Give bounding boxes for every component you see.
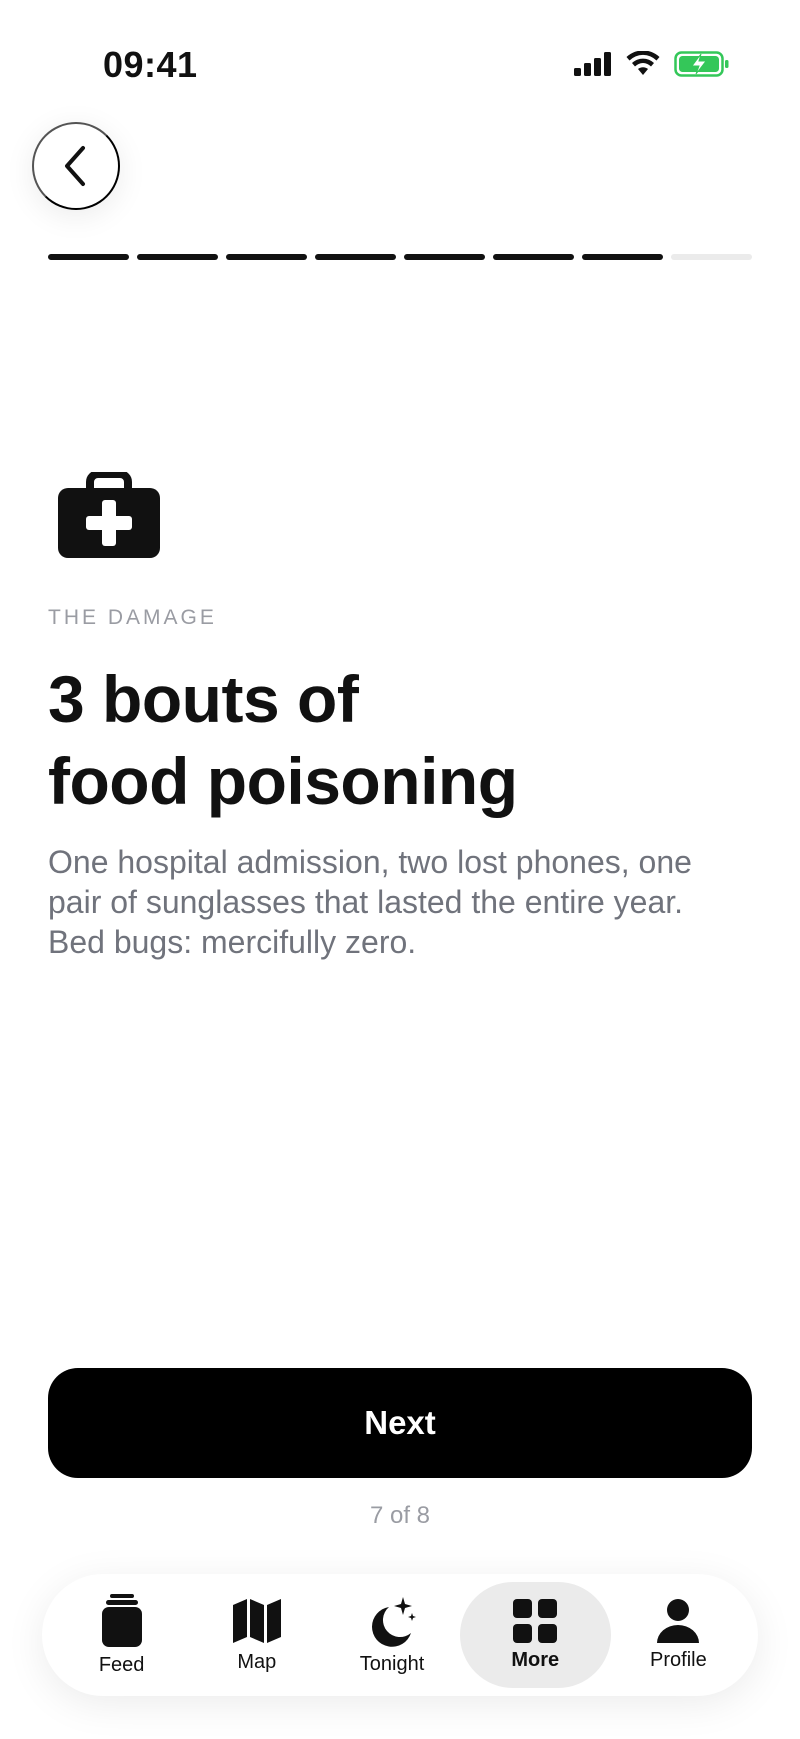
cellular-signal-icon (574, 52, 611, 76)
body-line: Bed bugs: mercifully zero. (48, 924, 417, 960)
medical-kit-icon (58, 472, 160, 558)
tab-label: Tonight (359, 1652, 425, 1675)
body-line: One hospital admission, two lost phones,… (48, 844, 692, 880)
tab-profile[interactable]: Profile (611, 1582, 746, 1688)
progress-segment (671, 254, 752, 260)
grid-icon (513, 1598, 558, 1643)
page-counter: 7 of 8 (369, 1502, 431, 1529)
moon-stars-icon (372, 1596, 417, 1647)
status-bar: 09:41 (0, 0, 800, 130)
status-icons (574, 50, 730, 78)
chevron-left-icon (65, 146, 85, 186)
person-icon (657, 1598, 700, 1643)
story-eyebrow: THE DAMAGE (48, 606, 217, 629)
story-headline: 3 bouts of food poisoning (48, 658, 748, 822)
progress-segment (48, 254, 129, 260)
tab-label: Map (237, 1650, 277, 1673)
story-progress-bar (48, 254, 752, 260)
tab-more[interactable]: More (459, 1582, 611, 1688)
wifi-icon (626, 51, 660, 75)
progress-segment (315, 254, 396, 260)
tab-label: More (511, 1648, 560, 1671)
progress-segment (582, 254, 663, 260)
tab-tonight[interactable]: Tonight (324, 1582, 459, 1688)
tab-map[interactable]: Map (189, 1582, 324, 1688)
feed-icon (101, 1593, 142, 1647)
status-time: 09:41 (103, 44, 198, 85)
tab-feed[interactable]: Feed (54, 1582, 189, 1688)
headline-line: 3 bouts of (48, 662, 359, 736)
back-button[interactable] (32, 122, 120, 210)
next-button[interactable]: Next (48, 1368, 752, 1478)
progress-segment (137, 254, 218, 260)
progress-segment (493, 254, 574, 260)
tab-bar: Feed Map Tonight More Profile (42, 1574, 758, 1696)
story-body: One hospital admission, two lost phones,… (48, 842, 758, 962)
progress-segment (226, 254, 307, 260)
battery-charging-icon (674, 51, 729, 77)
map-icon (232, 1598, 281, 1643)
progress-segment (404, 254, 485, 260)
tab-label: Feed (98, 1653, 145, 1676)
body-line: pair of sunglasses that lasted the entir… (48, 884, 684, 920)
headline-line: food poisoning (48, 744, 518, 818)
tab-label: Profile (650, 1648, 707, 1671)
